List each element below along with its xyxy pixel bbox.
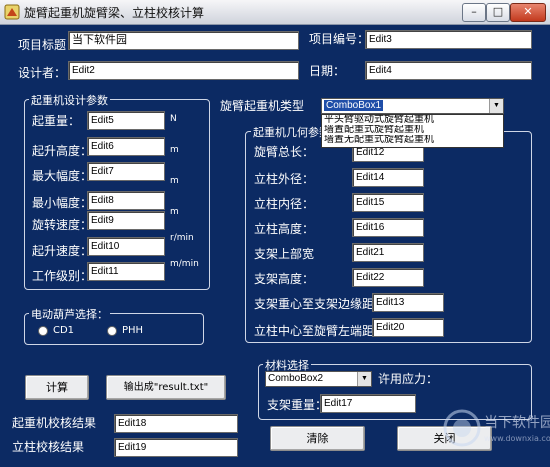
work-class-input[interactable]: Edit11 [87, 262, 165, 281]
rotation-speed-label: 旋转速度： [32, 218, 93, 232]
lifting-capacity-input[interactable]: Edit5 [87, 111, 165, 130]
column-outer-dia-label: 立柱外径： [254, 172, 315, 186]
designer-input[interactable]: Edit2 [68, 61, 299, 80]
date-label: 日期： [309, 64, 346, 78]
crane-result-label: 起重机校核结果 [12, 416, 97, 430]
lifting-height-unit: m [170, 145, 179, 155]
column-inner-dia-label: 立柱内径： [254, 197, 315, 211]
column-to-arm-dist-input[interactable]: Edit20 [372, 318, 444, 337]
bracket-weight-input[interactable]: Edit17 [320, 394, 416, 413]
crane-type-label: 旋臂起重机类型 [220, 99, 305, 113]
bracket-top-width-label: 支架上部宽 [254, 247, 315, 261]
allowable-stress-label: 许用应力： [378, 372, 439, 386]
project-no-label: 项目编号： [309, 32, 370, 46]
hoist-phh-label: PHH [122, 325, 144, 336]
column-result-output: Edit19 [114, 438, 238, 457]
designer-label: 设计者： [18, 66, 67, 80]
geometry-title: 起重机几何参数 [251, 124, 332, 140]
lifting-height-label: 起升高度： [32, 144, 93, 158]
max-range-label: 最大幅度： [32, 169, 93, 183]
close-window-button[interactable]: ✕ [510, 3, 546, 22]
hoisting-speed-input[interactable]: Edit10 [87, 237, 165, 256]
hoist-title: 电动葫芦选择： [29, 306, 110, 322]
lifting-capacity-unit: N [170, 114, 177, 124]
bracket-height-label: 支架高度： [254, 272, 315, 286]
watermark-logo-icon [443, 409, 481, 447]
watermark: 当下软件园 www.downxia.com [442, 406, 550, 460]
max-range-input[interactable]: Edit7 [87, 162, 165, 181]
crane-params-title: 起重机设计参数 [29, 92, 110, 108]
calculate-button[interactable]: 计算 [25, 375, 89, 400]
crane-type-option-2[interactable]: 墙置配重式旋臂起重机 [324, 125, 503, 135]
hoisting-speed-label: 起升速度： [32, 244, 93, 258]
min-range-unit: m [170, 207, 179, 217]
bracket-height-input[interactable]: Edit22 [352, 268, 424, 287]
crane-type-selected: ComboBox1 [324, 100, 384, 111]
column-to-arm-dist-label: 立柱中心至旋臂左端距： [254, 324, 387, 338]
column-inner-dia-input[interactable]: Edit15 [352, 193, 424, 212]
min-range-input[interactable]: Edit8 [87, 191, 165, 210]
date-input[interactable]: Edit4 [365, 61, 532, 80]
window-title: 旋臂起重机旋臂梁、立柱校核计算 [24, 6, 205, 20]
hoisting-speed-unit: m/min [170, 259, 199, 269]
chevron-down-icon[interactable]: ▼ [357, 372, 371, 386]
column-height-input[interactable]: Edit16 [352, 218, 424, 237]
rotation-speed-input[interactable]: Edit9 [87, 211, 165, 230]
material-combobox[interactable]: ComboBox2 ▼ [265, 371, 372, 387]
bracket-top-width-input[interactable]: Edit21 [352, 243, 424, 262]
chevron-down-icon[interactable]: ▼ [489, 99, 503, 113]
project-title-input[interactable]: 当下软件园 [68, 31, 299, 50]
column-result-label: 立柱校核结果 [12, 440, 85, 454]
crane-type-combobox[interactable]: ComboBox1 ▼ [321, 98, 504, 114]
clear-button[interactable]: 清除 [270, 426, 365, 451]
bracket-weight-label: 支架重量： [267, 398, 328, 412]
export-result-button[interactable]: 输出成"result.txt" [106, 375, 226, 400]
lifting-height-input[interactable]: Edit6 [87, 137, 165, 156]
hoist-phh-radio[interactable] [107, 326, 117, 336]
maximize-button[interactable]: □ [486, 3, 510, 22]
arm-length-label: 旋臂总长： [254, 145, 315, 159]
work-class-label: 工作级别： [32, 269, 93, 283]
watermark-title: 当下软件园 [484, 415, 550, 431]
lifting-capacity-label: 起重量： [32, 114, 81, 128]
bracket-cg-dist-label: 支架重心至支架边缘距： [254, 297, 387, 311]
app-icon [4, 4, 20, 20]
app-window: 旋臂起重机旋臂梁、立柱校核计算 – □ ✕ 项目标题： 当下软件园 项目编号： … [0, 0, 550, 467]
crane-result-output: Edit18 [114, 414, 238, 433]
crane-type-option-1[interactable]: 平头臂驱动式旋臂起重机 [324, 115, 503, 125]
minimize-button[interactable]: – [462, 3, 486, 22]
crane-type-dropdown[interactable]: 平头臂驱动式旋臂起重机 墙置配重式旋臂起重机 墙置无配重式旋臂起重机 [321, 114, 504, 148]
max-range-unit: m [170, 176, 179, 186]
hoist-cd1-radio[interactable] [38, 326, 48, 336]
material-selected: ComboBox2 [268, 373, 324, 384]
rotation-speed-unit: r/min [170, 233, 194, 243]
hoist-cd1-label: CD1 [53, 325, 75, 336]
title-bar: 旋臂起重机旋臂梁、立柱校核计算 – □ ✕ [0, 0, 550, 25]
column-height-label: 立柱高度： [254, 222, 315, 236]
column-outer-dia-input[interactable]: Edit14 [352, 168, 424, 187]
project-no-input[interactable]: Edit3 [365, 30, 532, 49]
min-range-label: 最小幅度： [32, 196, 93, 210]
crane-type-option-3[interactable]: 墙置无配重式旋臂起重机 [324, 135, 503, 145]
bracket-cg-dist-input[interactable]: Edit13 [372, 293, 444, 312]
watermark-url: www.downxia.com [484, 434, 550, 443]
